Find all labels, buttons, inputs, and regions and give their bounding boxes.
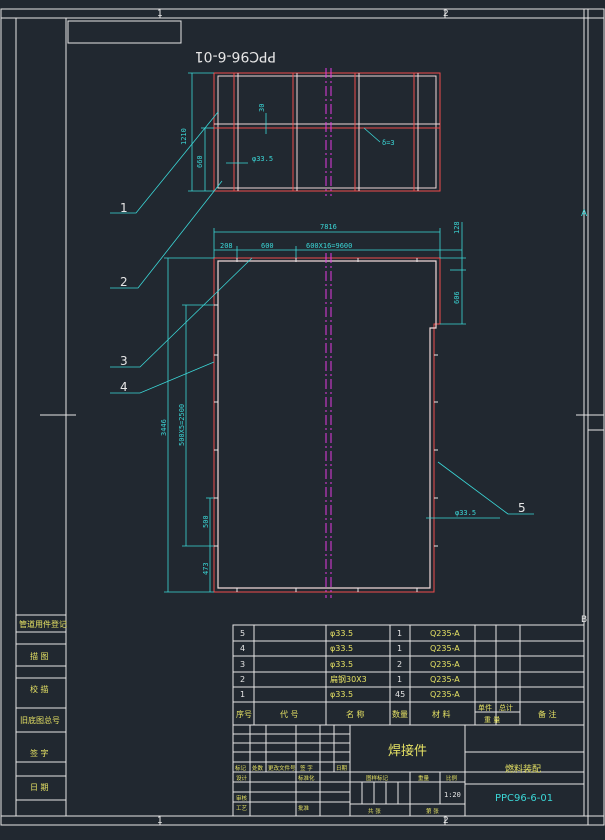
main-view-outline: [213, 257, 441, 593]
bom-header-no: 序号: [236, 709, 252, 719]
bom-row-5-name: φ33.5: [330, 690, 353, 699]
main-view-dim-total-width: 7816: [320, 223, 337, 231]
side-panel-label-check: 校 描: [30, 684, 49, 694]
bom-row-1-name: φ33.5: [330, 629, 353, 638]
zone-label-side-a: A: [581, 209, 588, 219]
zone-label-top-right: 2: [443, 9, 449, 19]
bom-header-qty: 数量: [392, 709, 408, 719]
title-weight-label: 重量: [418, 774, 430, 782]
revision-label-mark: 标记: [235, 764, 247, 772]
callout-3: 3: [120, 354, 128, 368]
revision-label-doc: 更改文件号: [268, 764, 296, 772]
bom-row-1-no: 5: [240, 629, 245, 638]
bom-row-2-material: Q235-A: [430, 644, 460, 653]
bom-row-2-no: 4: [240, 644, 245, 653]
main-view-dim-repeat-vertical: 500X5=2500: [178, 404, 186, 446]
callout-leaders: [110, 111, 534, 515]
main-view-pipe-label: φ33.5: [455, 509, 476, 517]
main-view-dim-repeat: 600X16=9600: [306, 242, 352, 250]
bom-row-5-qty: 45: [395, 690, 405, 699]
callout-5: 5: [518, 501, 526, 515]
main-view-dim-first-span: 600: [261, 242, 274, 250]
revision-label-sign: 签 字: [300, 764, 313, 772]
zone-label-top-left: 1: [157, 9, 163, 19]
title-review-label: 审核: [236, 794, 248, 802]
callout-4: 4: [120, 380, 128, 394]
bom-row-3-no: 3: [240, 660, 245, 669]
revision-label-count: 处数: [252, 764, 264, 772]
mirrored-code-box: PPC96-6-01: [67, 20, 276, 64]
bom-row-3-material: Q235-A: [430, 660, 460, 669]
title-block: 标记 处数 更改文件号 签 字 日期 设计 标准化 审核 工艺 批准 图样标记 …: [232, 724, 585, 817]
main-view: 7816 208 600 600X16=9600 128 606 3446 50…: [160, 221, 500, 598]
title-approve-label: 批准: [298, 804, 310, 812]
title-sheet-total-label: 共 张: [368, 807, 381, 815]
bom-row-2-qty: 1: [397, 644, 402, 653]
bom-header-total-weight: 总计: [499, 703, 513, 712]
main-view-dim-right-top: 128: [453, 221, 461, 234]
side-panel-label-trace: 描 图: [30, 651, 49, 661]
callout-2: 2: [120, 275, 128, 289]
bom-header-unit-weight: 单件: [478, 703, 492, 712]
bom-row-5-no: 1: [240, 690, 245, 699]
top-view-frame: [213, 72, 441, 192]
title-company: 燃料装配: [505, 763, 541, 775]
bom-header-material: 材 料: [432, 709, 451, 719]
top-view-plate-label: δ=3: [382, 139, 395, 147]
top-view-dim-small: 30: [258, 104, 266, 112]
main-view-dim-left-offset: 208: [220, 242, 233, 250]
mirrored-code-text: PPC96-6-01: [195, 48, 276, 64]
drawing-frame: [0, 8, 605, 826]
zone-label-bottom-right: 2: [443, 816, 449, 826]
bom-header-code: 代 号: [280, 709, 299, 719]
title-drawing-no: PPC96-6-01: [495, 793, 553, 804]
callout-1: 1: [120, 201, 128, 215]
main-view-dim-notch: 606: [453, 291, 461, 304]
top-view: 1210 660 30 φ33.5 δ=3: [180, 68, 441, 196]
main-view-inner: [217, 260, 437, 589]
title-scale-label: 比例: [446, 774, 458, 782]
top-view-pipe-label: φ33.5: [252, 155, 273, 163]
top-view-dim-lower: 660: [196, 155, 204, 168]
top-view-dimensions: [188, 72, 381, 192]
bom-row-3-name: φ33.5: [330, 660, 353, 669]
title-part-name: 焊接件: [388, 743, 427, 759]
bom-row-1-material: Q235-A: [430, 629, 460, 638]
bom-row-3-qty: 2: [397, 660, 402, 669]
title-process-label: 工艺: [236, 805, 248, 812]
side-panel-label-sign: 签 字: [30, 748, 49, 758]
side-panel-label-date: 日 期: [30, 783, 49, 792]
title-standard-label: 标准化: [298, 774, 315, 782]
title-design-label: 设计: [236, 774, 248, 782]
bom-header-weight: 重 量: [484, 716, 500, 724]
bom-header-remark: 备 注: [538, 709, 557, 719]
side-panel-label-register: 管道用件登记: [19, 619, 67, 629]
side-panel-label-old-no: 旧底图总号: [20, 715, 60, 725]
bom-row-4-qty: 1: [397, 675, 402, 684]
main-view-dim-bottom-offset: 473: [202, 562, 210, 575]
bom-row-1-qty: 1: [397, 629, 402, 638]
title-stage-label: 图样标记: [366, 774, 389, 782]
bom-row-4-name: 扁钢30X3: [330, 674, 367, 684]
zone-markers: 1 2 1 2 A B: [157, 9, 588, 826]
bom-row-2-name: φ33.5: [330, 644, 353, 653]
main-view-centerline: [325, 253, 332, 598]
zone-label-side-b: B: [581, 615, 587, 625]
bom-header-name: 名 称: [346, 709, 365, 719]
bom-table: 5 φ33.5 1 Q235-A 4 φ33.5 1 Q235-A 3 φ33.…: [232, 624, 585, 726]
title-sheet-label: 第 张: [426, 807, 439, 815]
top-view-dim-height: 1210: [180, 128, 188, 145]
cad-drawing: 1 2 1 2 A B PPC96-6-01 管道用件登记 描 图 校 描 旧底…: [0, 8, 605, 826]
main-view-dim-total-height: 3446: [160, 419, 168, 436]
revision-label-date: 日期: [336, 765, 348, 772]
side-panel: 管道用件登记 描 图 校 描 旧底图总号 签 字 日 期: [15, 614, 67, 817]
top-view-centerline: [325, 68, 332, 196]
zone-label-bottom-left: 1: [157, 816, 163, 826]
main-view-dim-bottom-span: 500: [202, 515, 210, 528]
bom-row-4-material: Q235-A: [430, 675, 460, 684]
title-scale-value: 1:20: [444, 791, 461, 799]
bom-row-4-no: 2: [240, 675, 245, 684]
bom-row-5-material: Q235-A: [430, 690, 460, 699]
